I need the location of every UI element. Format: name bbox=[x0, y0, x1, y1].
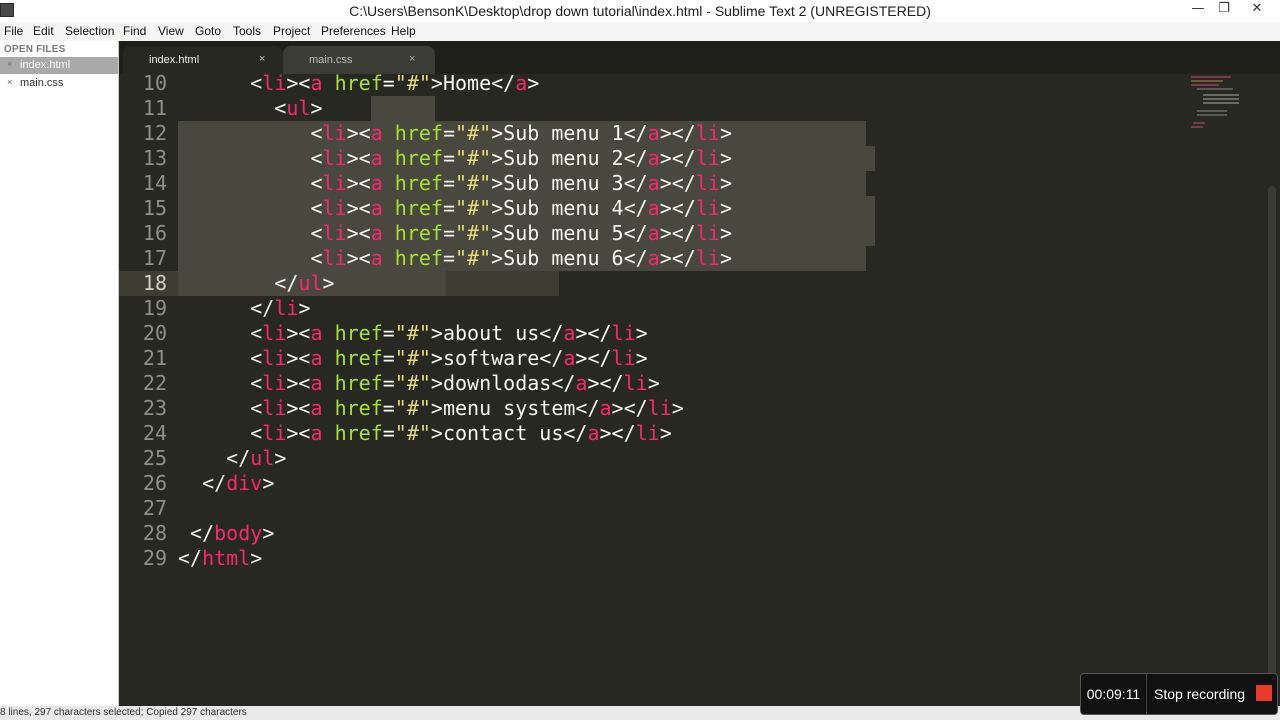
line-number: 19 bbox=[142, 296, 167, 320]
code-line: <li><a href="#">Home</a> bbox=[250, 74, 540, 95]
status-message: 8 lines, 297 characters selected; Copied… bbox=[0, 707, 247, 718]
code-line: </body> bbox=[190, 521, 275, 545]
code-line: <ul> bbox=[274, 96, 323, 120]
tab-close-icon[interactable]: × bbox=[259, 53, 265, 65]
line-number: 25 bbox=[142, 446, 167, 470]
menu-selection[interactable]: Selection bbox=[65, 24, 114, 38]
line-number: 22 bbox=[142, 371, 167, 395]
menu-file[interactable]: File bbox=[4, 24, 23, 38]
code-line: <li><a href="#">Sub menu 2</a></li> bbox=[310, 146, 732, 170]
code-line: <li><a href="#">downlodas</a></li> bbox=[250, 371, 660, 395]
tab-bar: index.html × main.css × bbox=[119, 41, 1280, 74]
sidebar-file-main-css[interactable]: × main.css bbox=[0, 75, 118, 92]
recording-widget: 00:09:11 Stop recording bbox=[1080, 673, 1278, 715]
line-number: 27 bbox=[142, 496, 167, 520]
line-number: 21 bbox=[142, 346, 167, 370]
sidebar-file-label: main.css bbox=[20, 77, 64, 89]
code-editor[interactable]: 10 11 12 13 14 15 16 17 18 19 20 21 22 2… bbox=[119, 74, 1280, 706]
menu-tools[interactable]: Tools bbox=[233, 24, 261, 38]
tab-close-icon[interactable]: × bbox=[409, 53, 415, 65]
code-line: <li><a href="#">Sub menu 4</a></li> bbox=[310, 196, 732, 220]
menu-goto[interactable]: Goto bbox=[195, 24, 221, 38]
line-number: 14 bbox=[142, 171, 167, 195]
tab-main-css[interactable]: main.css × bbox=[283, 46, 435, 74]
line-number-current: 18 bbox=[142, 271, 167, 295]
code-line: </li> bbox=[250, 296, 311, 320]
code-line: <li><a href="#">about us</a></li> bbox=[250, 321, 648, 345]
code-text: <li><a href="#">Home</a> <ul> <li><a hre… bbox=[178, 74, 1178, 706]
line-number: 28 bbox=[142, 521, 167, 545]
minimize-icon[interactable]: — bbox=[1184, 0, 1212, 20]
recording-timer: 00:09:11 bbox=[1081, 674, 1147, 714]
line-number: 26 bbox=[142, 471, 167, 495]
code-line: <li><a href="#">software</a></li> bbox=[250, 346, 648, 370]
line-number: 12 bbox=[142, 121, 167, 145]
code-line: <li><a href="#">Sub menu 1</a></li> bbox=[310, 121, 732, 145]
open-files-header: OPEN FILES bbox=[4, 44, 66, 55]
tab-label: index.html bbox=[149, 54, 200, 66]
line-number: 11 bbox=[142, 96, 167, 120]
code-line: </ul> bbox=[226, 446, 287, 470]
line-number: 29 bbox=[142, 546, 167, 570]
tab-label: main.css bbox=[309, 54, 353, 66]
maximize-icon[interactable]: ❐ bbox=[1210, 0, 1238, 20]
code-line: </html> bbox=[178, 546, 263, 570]
line-number: 10 bbox=[142, 74, 167, 95]
code-line: </ul> bbox=[274, 271, 335, 295]
title-bar: C:\Users\BensonK\Desktop\drop down tutor… bbox=[0, 0, 1280, 22]
menu-project[interactable]: Project bbox=[273, 24, 310, 38]
line-number: 20 bbox=[142, 321, 167, 345]
menu-find[interactable]: Find bbox=[123, 24, 146, 38]
menu-view[interactable]: View bbox=[158, 24, 184, 38]
sidebar-file-index-html[interactable]: × index.html bbox=[0, 57, 118, 74]
line-number: 24 bbox=[142, 421, 167, 445]
code-line: </div> bbox=[202, 471, 275, 495]
close-icon[interactable]: ✕ bbox=[1236, 0, 1278, 20]
close-file-icon[interactable]: × bbox=[7, 59, 12, 69]
code-line: <li><a href="#">Sub menu 6</a></li> bbox=[310, 246, 732, 270]
tab-index-html[interactable]: index.html × bbox=[123, 46, 283, 74]
stop-icon[interactable] bbox=[1256, 685, 1272, 701]
menu-preferences[interactable]: Preferences bbox=[321, 24, 386, 38]
sidebar: OPEN FILES × index.html × main.css bbox=[0, 41, 119, 706]
stop-recording-button[interactable]: Stop recording bbox=[1154, 686, 1245, 702]
window-title: C:\Users\BensonK\Desktop\drop down tutor… bbox=[349, 3, 931, 19]
menu-edit[interactable]: Edit bbox=[33, 24, 54, 38]
vertical-scrollbar[interactable] bbox=[1268, 186, 1276, 686]
sidebar-file-label: index.html bbox=[20, 59, 71, 71]
line-number: 13 bbox=[142, 146, 167, 170]
line-number-gutter: 10 11 12 13 14 15 16 17 18 19 20 21 22 2… bbox=[119, 74, 167, 706]
close-file-icon[interactable]: × bbox=[7, 77, 12, 87]
line-number: 23 bbox=[142, 396, 167, 420]
menu-bar: File Edit Selection Find View Goto Tools… bbox=[0, 22, 1280, 41]
line-number: 17 bbox=[142, 246, 167, 270]
menu-help[interactable]: Help bbox=[391, 24, 416, 38]
code-line: <li><a href="#">contact us</a></li> bbox=[250, 421, 672, 445]
code-line: <li><a href="#">Sub menu 3</a></li> bbox=[310, 171, 732, 195]
line-number: 15 bbox=[142, 196, 167, 220]
code-line: <li><a href="#">Sub menu 5</a></li> bbox=[310, 221, 732, 245]
minimap[interactable] bbox=[1189, 74, 1244, 134]
code-line: <li><a href="#">menu system</a></li> bbox=[250, 396, 684, 420]
line-number: 16 bbox=[142, 221, 167, 245]
